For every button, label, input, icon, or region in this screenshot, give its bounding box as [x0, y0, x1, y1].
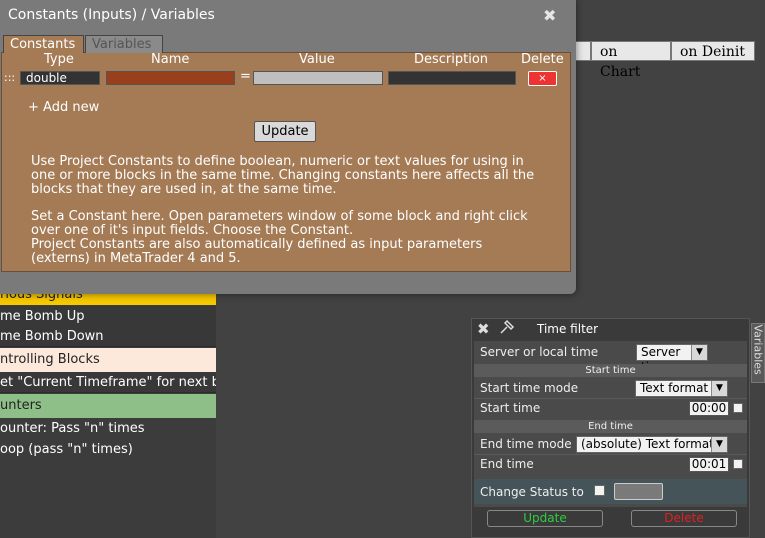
start-time-input[interactable]: 00:00: [689, 401, 729, 416]
update-button[interactable]: Update: [487, 510, 603, 527]
end-time-section: End time: [474, 420, 747, 433]
server-local-select[interactable]: Server time ▼: [636, 344, 708, 374]
help-text-line: Use Project Constants to define boolean,…: [31, 154, 524, 169]
help-text-line: Set a Constant here. Open parameters win…: [31, 209, 528, 224]
dialog-title: Constants (Inputs) / Variables: [8, 7, 215, 23]
name-input[interactable]: [106, 71, 235, 85]
delete-row-button[interactable]: ×: [528, 71, 557, 86]
end-mode-value: (absolute) Text format: [581, 437, 714, 451]
close-icon[interactable]: ✖: [543, 6, 556, 25]
end-mode-label: End time mode: [480, 437, 572, 451]
variables-side-tab[interactable]: Variables: [751, 323, 765, 383]
help-text-line: Project Constants are also automatically…: [31, 237, 483, 252]
variables-side-tab-label: Variables: [751, 324, 765, 375]
tab-constants[interactable]: Constants: [3, 35, 84, 53]
end-mode-select[interactable]: (absolute) Text format ▼: [576, 436, 728, 453]
block-list: rious Signals me Bomb Up me Bomb Down nt…: [0, 284, 216, 538]
type-select[interactable]: double: [20, 71, 100, 85]
delete-button[interactable]: Delete: [631, 510, 737, 527]
end-time-checkbox[interactable]: [733, 459, 743, 469]
list-item[interactable]: et "Current Timeframe" for next b: [0, 372, 216, 393]
help-text-line: one or more blocks in the same time. Cha…: [31, 168, 535, 183]
list-item[interactable]: ounter: Pass "n" times: [0, 418, 216, 439]
start-time-section: Start time: [474, 364, 747, 377]
help-text-line: over one of it's input fields. Choose th…: [31, 223, 354, 238]
bg-tab-on-deinit[interactable]: on Deinit: [671, 41, 755, 61]
value-input[interactable]: [253, 71, 383, 85]
close-icon[interactable]: ✖: [477, 320, 490, 338]
column-header-type: Type: [44, 52, 74, 67]
chevron-down-icon: ▼: [711, 437, 727, 452]
add-new-link[interactable]: + Add new: [28, 100, 99, 115]
equals-sign: =: [240, 69, 251, 84]
time-filter-title: Time filter: [537, 322, 599, 336]
list-item[interactable]: oop (pass "n" times): [0, 439, 216, 460]
help-text-line: blocks that they are used in, at the sam…: [31, 182, 337, 197]
start-time-label: Start time: [480, 401, 541, 415]
change-status-checkbox[interactable]: [594, 485, 605, 496]
start-mode-select[interactable]: Text format ▼: [635, 380, 728, 397]
pin-icon[interactable]: [498, 319, 516, 339]
end-time-input[interactable]: 00:01: [689, 457, 729, 472]
start-mode-value: Text format: [640, 381, 709, 395]
column-header-value: Value: [299, 52, 335, 67]
column-header-description: Description: [414, 52, 489, 67]
chevron-down-icon: ▼: [691, 345, 707, 360]
status-color-picker[interactable]: [614, 483, 663, 500]
tab-variables[interactable]: Variables: [85, 35, 163, 53]
chevron-down-icon: ▼: [711, 381, 727, 396]
help-text-line: (externs) in MetaTrader 4 and 5.: [31, 251, 241, 266]
background-event-tabs: e on Chart on Deinit: [555, 41, 765, 80]
divider: [474, 398, 747, 399]
column-header-delete: Delete: [521, 52, 564, 67]
divider: [474, 454, 747, 455]
start-time-checkbox[interactable]: [733, 403, 743, 413]
server-local-label: Server or local time: [480, 345, 599, 359]
end-time-label: End time: [480, 457, 534, 471]
drag-handle-icon[interactable]: :::: [4, 71, 15, 84]
start-mode-label: Start time mode: [480, 381, 579, 395]
list-item[interactable]: me Bomb Up: [0, 306, 216, 327]
list-category[interactable]: ntrolling Blocks: [0, 348, 216, 372]
change-status-label: Change Status to: [480, 485, 584, 499]
list-category[interactable]: unters: [0, 394, 216, 418]
bg-tab-on-chart[interactable]: on Chart: [591, 41, 671, 80]
list-item[interactable]: me Bomb Down: [0, 326, 216, 347]
update-button[interactable]: Update: [254, 121, 316, 142]
description-input[interactable]: [388, 71, 516, 85]
column-header-name: Name: [151, 52, 190, 67]
